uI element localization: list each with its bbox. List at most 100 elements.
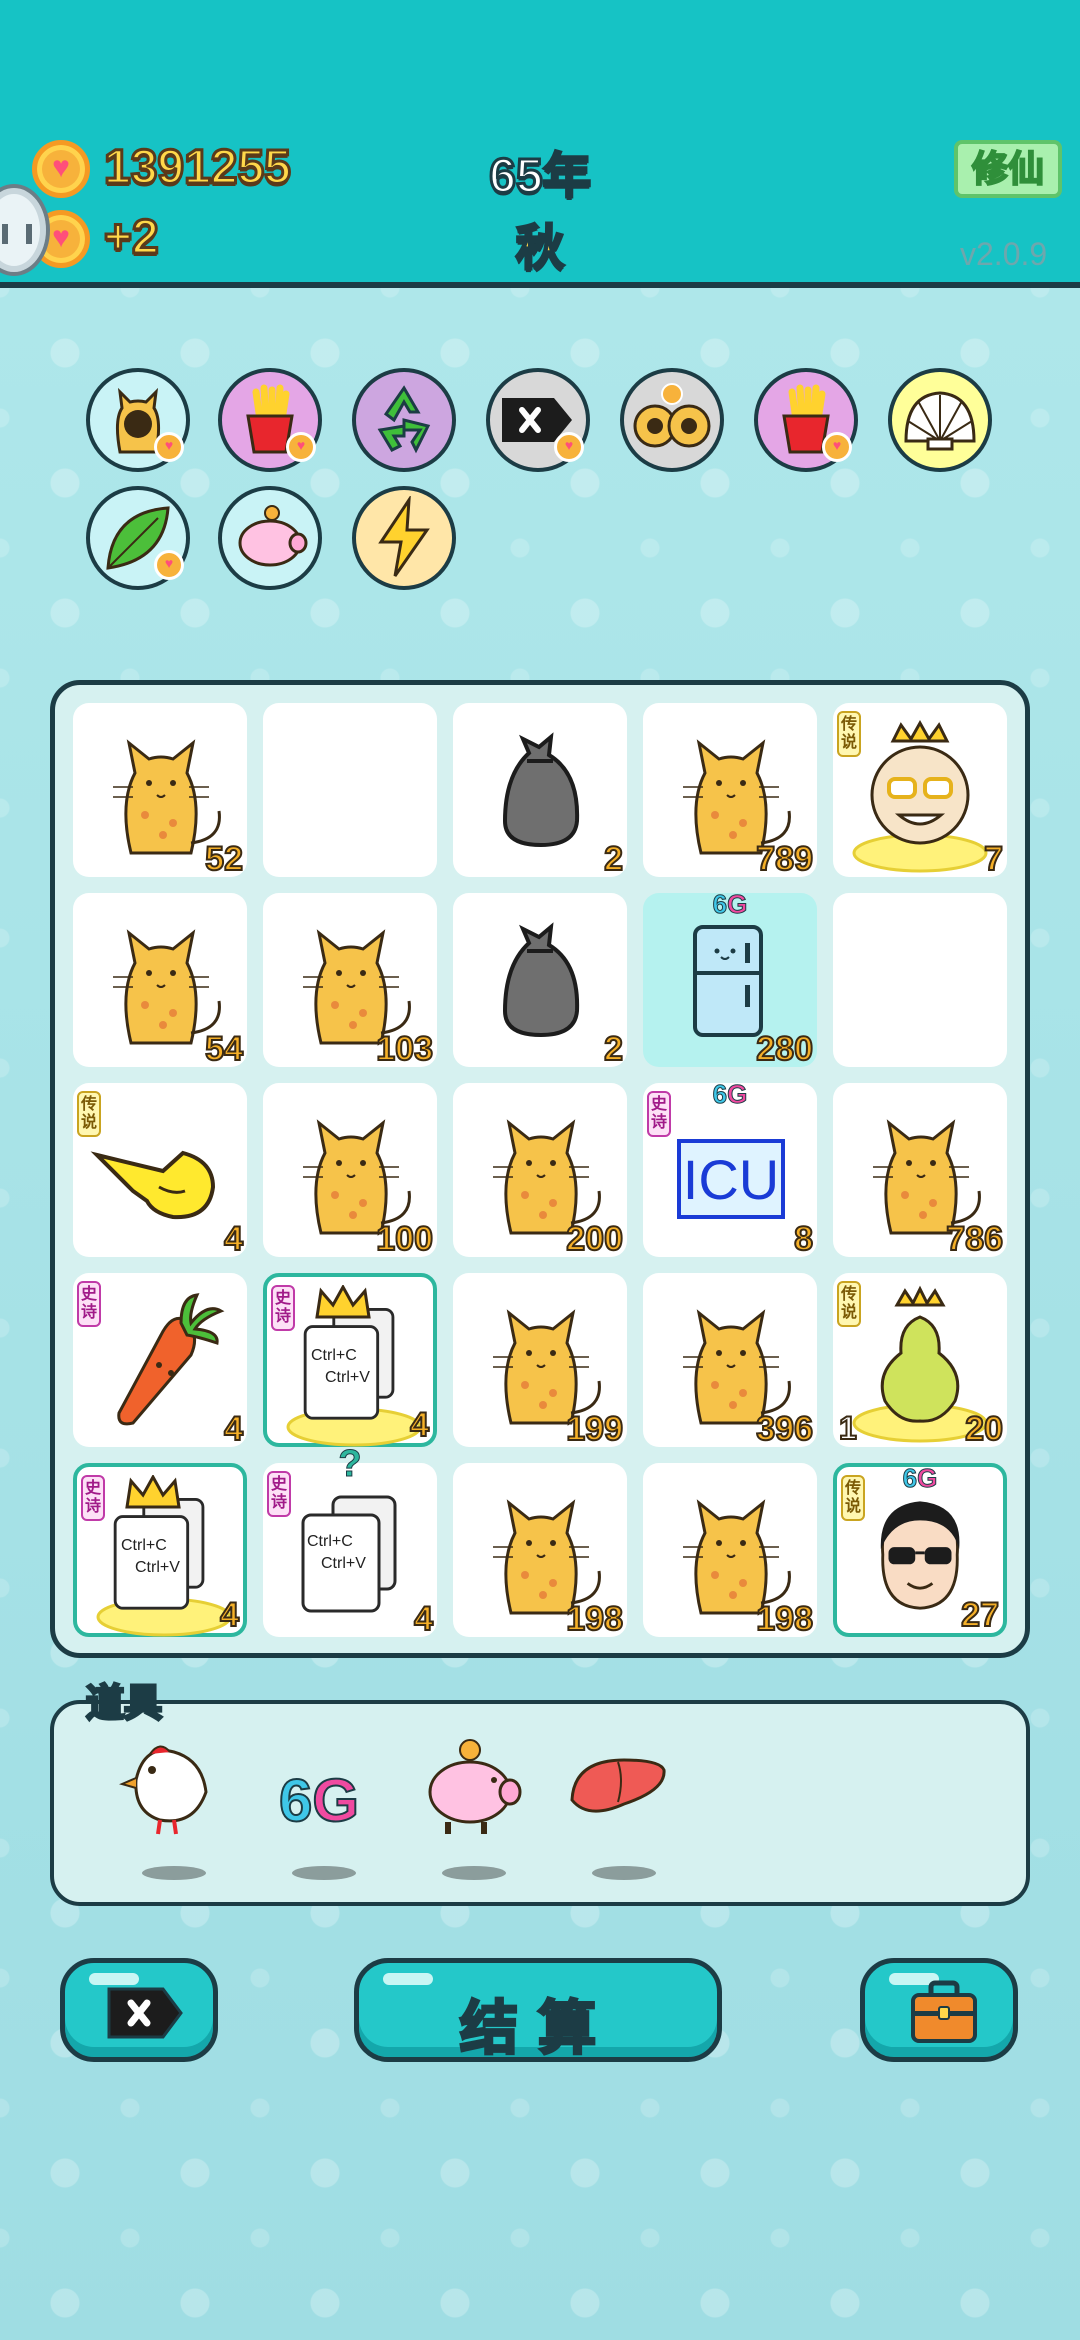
cell-count: 103 [375,1029,434,1069]
rarity-tag: 史诗 [77,1281,101,1327]
liver-icon[interactable] [564,1730,674,1880]
cell-count: 280 [755,1029,814,1069]
rarity-tag: 传说 [77,1091,101,1137]
rarity-tag: 史诗 [81,1475,105,1521]
item-shadow [592,1866,656,1880]
fries-icon[interactable] [754,368,858,472]
remove-button[interactable] [60,1958,218,2062]
items-panel: 6G [50,1700,1030,1906]
cell-count: 198 [565,1599,624,1639]
cell-count: 789 [755,839,814,879]
board-cell[interactable]: 198 [453,1463,627,1639]
cell-count: 4 [223,1219,244,1259]
board-cell[interactable]: 786 [833,1083,1007,1259]
cell-count: 198 [755,1599,814,1639]
board-cell[interactable]: 198 [643,1463,817,1639]
cell-count: 100 [375,1219,434,1259]
piggy-icon[interactable] [218,486,322,590]
board-cell[interactable]: 100 [263,1083,437,1259]
board-cell[interactable]: 199 [453,1273,627,1449]
copy-text-2: Ctrl+V [321,1555,366,1572]
board-cell[interactable] [263,703,437,877]
copy-text-1: Ctrl+C [307,1533,353,1550]
item-shadow [442,1866,506,1880]
board-cell[interactable]: 传说 4 [73,1083,247,1259]
coin-badge-icon [154,550,184,580]
cell-count: 4 [409,1405,430,1445]
badge-6g: 6G [712,889,748,920]
board-cell[interactable]: 史诗 4 [73,1273,247,1449]
game-board: 52 2 789 传说 7 54 103 2 6G 280 传说 4 100 2… [50,680,1030,1658]
coin-badge-icon [154,432,184,462]
board-cell[interactable]: Ctrl+C Ctrl+V 史诗 4 [73,1463,247,1637]
coin-badge-icon [554,432,584,462]
copy-text-1: Ctrl+C [311,1347,357,1364]
cat-coins-icon[interactable] [620,368,724,472]
bird-icon-art [114,1730,224,1845]
lightning-icon[interactable] [352,486,456,590]
items-title: 道具 [84,1682,163,1727]
cell-count: 199 [565,1409,624,1449]
board-cell[interactable]: 54 [73,893,247,1069]
board-cell[interactable]: 传说 7 [833,703,1007,879]
board-cell[interactable]: 6G 280 [643,889,817,1069]
board-cell[interactable]: 200 [453,1083,627,1259]
board-cell[interactable]: 103 [263,893,437,1069]
cell-count: 54 [204,1029,244,1069]
6g-icon[interactable]: 6G [264,1730,374,1880]
cell-count: 2 [603,1029,624,1069]
recycle-icon[interactable] [352,368,456,472]
badge-6g: 6G [712,1079,748,1110]
bag-icon [453,703,627,877]
icu-text: ICU [682,1148,780,1211]
inventory-button[interactable] [860,1958,1018,2062]
board-cell[interactable]: ICU 史诗 6G 8 [643,1079,817,1259]
cell-count: 8 [793,1219,814,1259]
remove-tag-icon [107,1987,183,2039]
piggy-bank-icon[interactable] [414,1730,524,1880]
board-cell[interactable]: 52 [73,703,247,879]
coin-income: +2 [103,210,161,266]
cell-count: 7 [983,839,1004,879]
cell-count: 786 [945,1219,1004,1259]
settle-button[interactable]: 结算 [354,1958,722,2063]
board-cell[interactable]: Ctrl+C Ctrl+V 史诗 4 [263,1273,437,1447]
liver-icon-art [564,1730,674,1845]
top-bar: 1391255 +2 65年 秋 修仙 v2.0.9 [0,0,1080,288]
question-mark: ? [338,1443,362,1486]
board-cell[interactable]: Ctrl+C Ctrl+V 史诗? 4 [263,1443,437,1639]
rarity-tag: 传说 [837,711,861,757]
coin-icon [32,140,90,198]
bag-icon [453,893,627,1067]
bird-icon[interactable] [114,1730,224,1880]
board-cell[interactable]: 传说 6G 27 [833,1463,1007,1637]
cell-count: 4 [413,1599,434,1639]
cultivate-button[interactable]: 修仙 [954,140,1062,198]
version-label: v2.0.9 [960,236,1048,272]
copy-text-1: Ctrl+C [121,1537,167,1554]
coin-total: 1391255 [103,140,293,196]
cell-count: 4 [223,1409,244,1449]
board-cell[interactable]: 789 [643,703,817,879]
cat-coin-icon[interactable] [86,368,190,472]
cell-count: 396 [755,1409,814,1449]
board-cell[interactable]: 2 [453,703,627,879]
board-cell[interactable]: 2 [453,893,627,1069]
leaf-icon[interactable] [86,486,190,590]
piggy-bank-icon-art [414,1730,524,1845]
cell-count: 200 [565,1219,624,1259]
item-shadow [142,1866,206,1880]
coin-badge-icon [286,432,316,462]
cell-count: 52 [204,839,244,879]
fries-icon[interactable] [218,368,322,472]
board-cell[interactable] [833,893,1007,1067]
board-cell[interactable]: 396 [643,1273,817,1449]
shell-icon[interactable] [888,368,992,472]
board-cell[interactable]: 传说 1 20 [833,1273,1007,1449]
cell-count: 2 [603,839,624,879]
briefcase-icon [911,1980,977,2043]
floating-assist-button[interactable] [0,184,50,276]
remove-tag-icon[interactable] [486,368,590,472]
year-label: 65年 [488,149,592,205]
cell-count: 20 [964,1409,1004,1449]
